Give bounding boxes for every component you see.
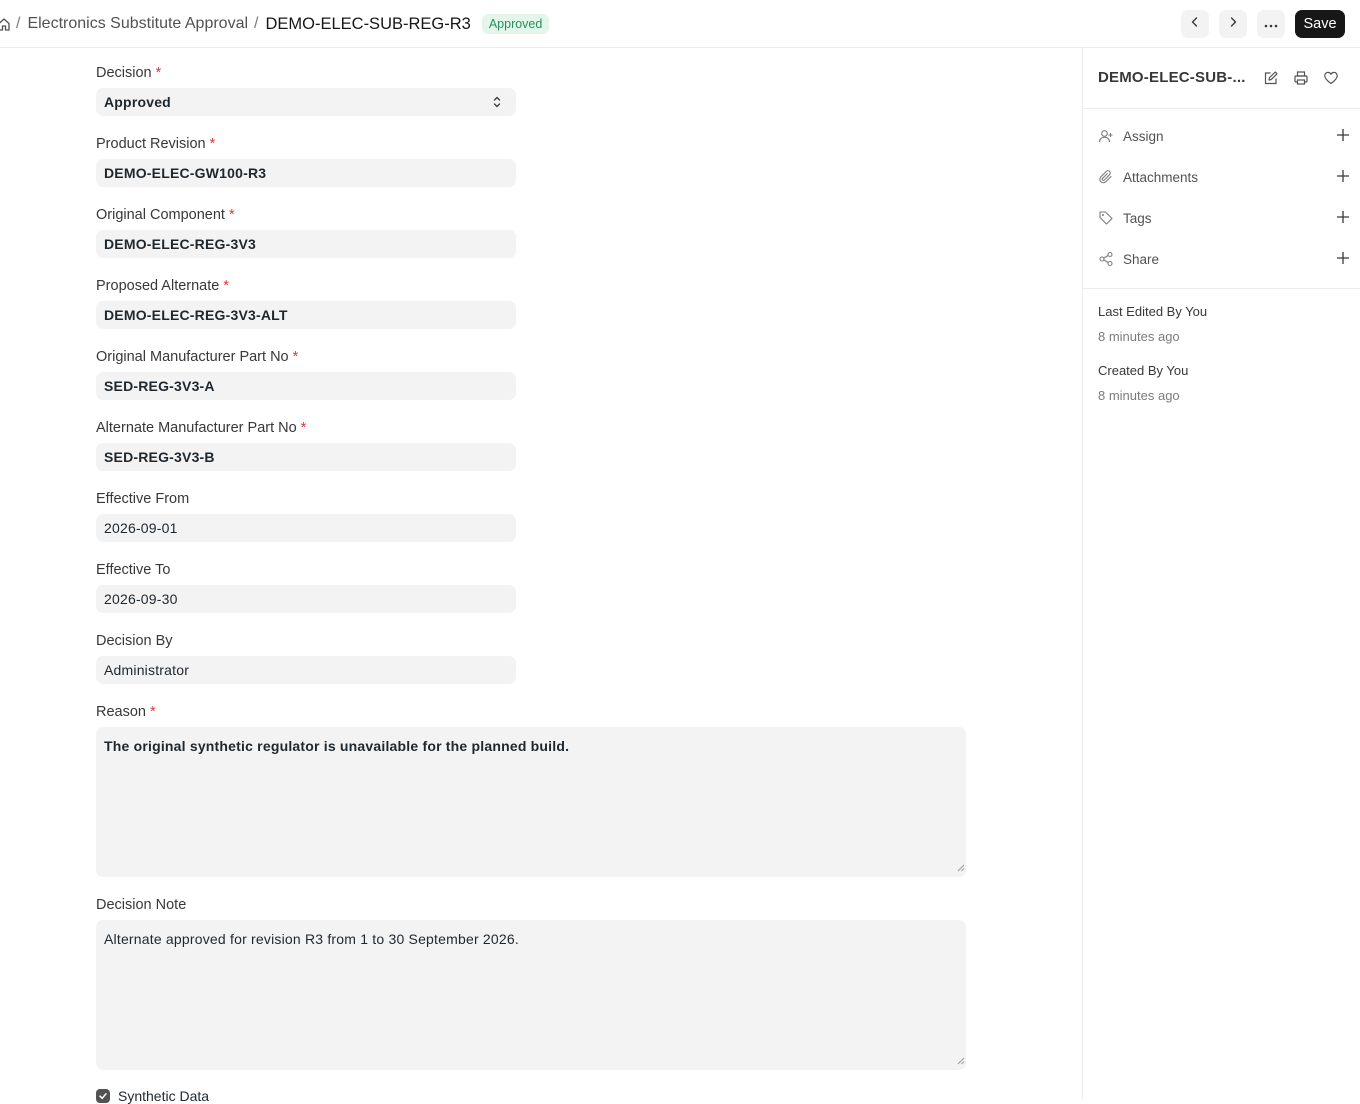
sidebar-item-label: Attachments: [1123, 169, 1199, 185]
document-sidebar: DEMO-ELEC-SUB-... Assign Attachments Tag…: [1082, 48, 1360, 1100]
effective-to-date-field[interactable]: 2026-09-30: [96, 585, 516, 613]
required-marker: *: [223, 278, 229, 294]
required-marker: *: [149, 704, 156, 720]
assign-icon: [1098, 128, 1114, 144]
decision-note-label: Decision Note: [96, 897, 187, 913]
sidebar-item-tags[interactable]: Tags: [1098, 208, 1350, 228]
select-arrows-icon: [492, 95, 502, 112]
required-marker: *: [209, 136, 216, 152]
decision-note-value: Alternate approved for revision R3 from …: [104, 931, 519, 947]
product-revision-field[interactable]: DEMO-ELEC-GW100-R3: [96, 159, 516, 187]
home-icon[interactable]: [0, 17, 10, 31]
decision-label-text: Decision: [96, 65, 152, 81]
synthetic-data-checkbox[interactable]: [96, 1089, 110, 1103]
breadcrumb-doctype-link[interactable]: Electronics Substitute Approval: [27, 15, 248, 33]
add-share-icon[interactable]: [1336, 251, 1350, 270]
created-by-label: Created By You: [1098, 363, 1189, 378]
alternate-mpn-label-text: Alternate Manufacturer Part No: [96, 420, 297, 436]
share-icon: [1098, 251, 1114, 267]
required-marker: *: [155, 65, 162, 81]
product-revision-label: Product Revision *: [96, 135, 215, 153]
proposed-alternate-label-text: Proposed Alternate: [96, 278, 220, 294]
decision-by-label: Decision By: [96, 633, 173, 649]
decision-label: Decision *: [96, 64, 161, 82]
save-button[interactable]: Save: [1295, 10, 1345, 38]
required-marker: *: [228, 207, 235, 223]
reason-label-text: Reason: [96, 704, 146, 720]
original-component-field[interactable]: DEMO-ELEC-REG-3V3: [96, 230, 516, 258]
synthetic-data-label: Synthetic Data: [118, 1088, 210, 1104]
sidebar-item-label: Assign: [1123, 128, 1164, 144]
sidebar-item-assign[interactable]: Assign: [1098, 126, 1350, 146]
top-bar: / Electronics Substitute Approval / DEMO…: [0, 0, 1360, 48]
alternate-mpn-field[interactable]: SED-REG-3V3-B: [96, 443, 516, 471]
reason-textarea[interactable]: The original synthetic regulator is unav…: [96, 727, 966, 877]
effective-from-date-field[interactable]: 2026-09-01: [96, 514, 516, 542]
breadcrumb: / Electronics Substitute Approval / DEMO…: [0, 0, 550, 48]
next-record-button[interactable]: [1219, 10, 1247, 38]
paperclip-icon: [1098, 169, 1114, 185]
add-tag-icon[interactable]: [1336, 210, 1350, 229]
resize-grip-icon[interactable]: [957, 858, 965, 876]
edit-icon[interactable]: [1262, 69, 1280, 87]
alternate-mpn-label: Alternate Manufacturer Part No *: [96, 419, 306, 437]
sidebar-item-label: Share: [1123, 251, 1160, 267]
original-mpn-label-text: Original Manufacturer Part No: [96, 349, 289, 365]
effective-from-label: Effective From: [96, 491, 190, 507]
decision-note-textarea[interactable]: Alternate approved for revision R3 from …: [96, 920, 966, 1070]
synthetic-data-row: Synthetic Data: [96, 1088, 209, 1104]
add-assign-icon[interactable]: [1336, 128, 1350, 147]
chevron-right-icon: [1227, 15, 1239, 33]
add-attachment-icon[interactable]: [1336, 169, 1350, 188]
last-edited-time: 8 minutes ago: [1098, 329, 1180, 344]
decision-by-field[interactable]: Administrator: [96, 656, 516, 684]
sidebar-item-share[interactable]: Share: [1098, 249, 1350, 269]
created-time: 8 minutes ago: [1098, 388, 1180, 403]
more-actions-button[interactable]: [1257, 10, 1285, 38]
sidebar-doc-title: DEMO-ELEC-SUB-...: [1098, 69, 1246, 86]
sidebar-header: DEMO-ELEC-SUB-...: [1083, 48, 1360, 109]
page-title: DEMO-ELEC-SUB-REG-R3: [265, 14, 471, 33]
print-icon[interactable]: [1292, 69, 1310, 87]
original-component-label: Original Component *: [96, 206, 235, 224]
tag-icon: [1098, 210, 1114, 226]
chevron-left-icon: [1189, 15, 1201, 33]
last-edited-label: Last Edited By You: [1098, 304, 1208, 319]
original-mpn-field[interactable]: SED-REG-3V3-A: [96, 372, 516, 400]
required-marker: *: [300, 420, 307, 436]
reason-value: The original synthetic regulator is unav…: [104, 738, 570, 754]
decision-value: Approved: [104, 94, 171, 110]
sidebar-item-label: Tags: [1123, 210, 1152, 226]
resize-grip-icon[interactable]: [957, 1051, 965, 1069]
original-mpn-label: Original Manufacturer Part No *: [96, 348, 298, 366]
status-badge: Approved: [481, 14, 550, 34]
proposed-alternate-label: Proposed Alternate *: [96, 277, 229, 295]
sidebar-actions: Assign Attachments Tags Share: [1083, 108, 1360, 289]
previous-record-button[interactable]: [1181, 10, 1209, 38]
decision-select[interactable]: Approved: [96, 88, 516, 116]
effective-to-label: Effective To: [96, 562, 171, 578]
sidebar-item-attachments[interactable]: Attachments: [1098, 167, 1350, 187]
proposed-alternate-field[interactable]: DEMO-ELEC-REG-3V3-ALT: [96, 301, 516, 329]
original-component-label-text: Original Component: [96, 207, 225, 223]
breadcrumb-separator: /: [254, 15, 259, 32]
required-marker: *: [292, 349, 299, 365]
product-revision-label-text: Product Revision: [96, 136, 206, 152]
breadcrumb-separator: /: [16, 15, 21, 32]
reason-label: Reason *: [96, 703, 156, 721]
more-icon: [1264, 15, 1278, 33]
heart-icon[interactable]: [1322, 69, 1340, 87]
